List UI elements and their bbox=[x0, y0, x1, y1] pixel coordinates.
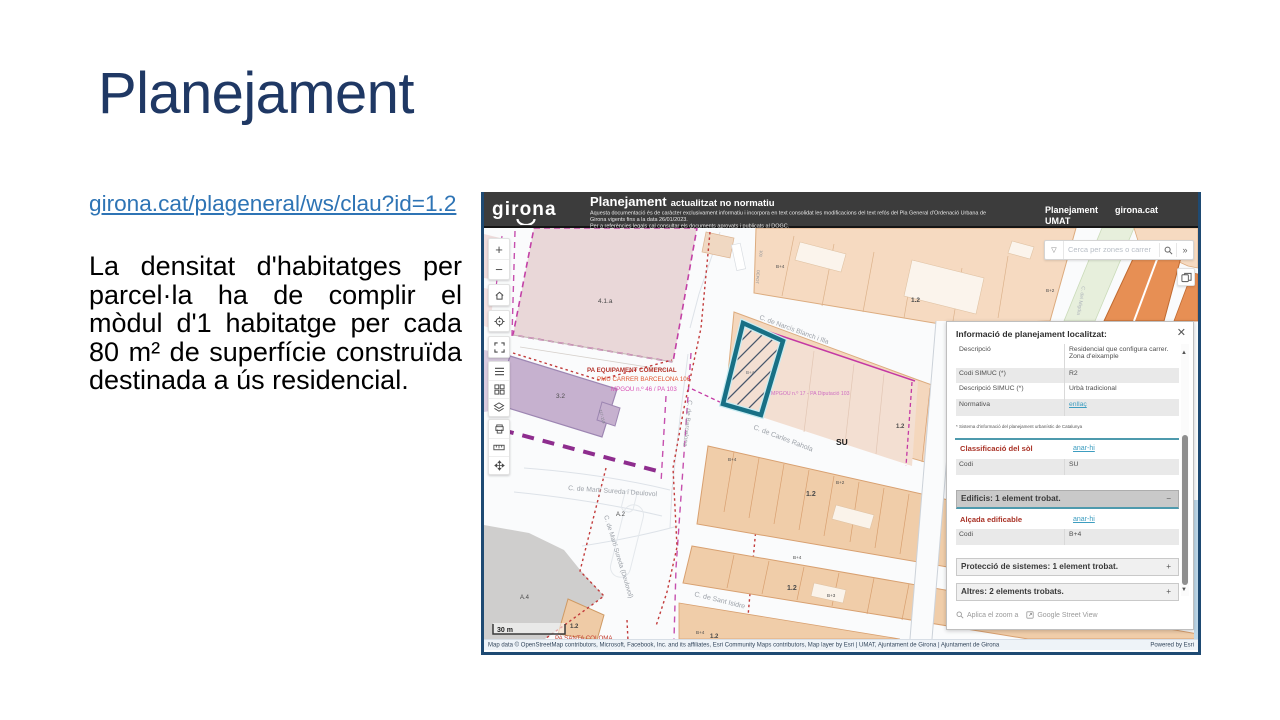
svg-text:B+4: B+4 bbox=[696, 630, 705, 635]
svg-text:B+2: B+2 bbox=[836, 480, 845, 485]
svg-text:A.4: A.4 bbox=[520, 595, 530, 601]
svg-text:MPGOU n.º 17 - PA Diputació 10: MPGOU n.º 17 - PA Diputació 103 bbox=[771, 391, 850, 397]
svg-text:30 m: 30 m bbox=[497, 627, 513, 634]
svg-text:1.2: 1.2 bbox=[911, 297, 920, 304]
svg-text:B+4: B+4 bbox=[728, 457, 737, 462]
svg-text:B+4: B+4 bbox=[793, 555, 802, 560]
svg-text:PMU CARRER BARCELONA 106: PMU CARRER BARCELONA 106 bbox=[597, 376, 691, 383]
svg-text:MPGOU n.º 46 / PA 103: MPGOU n.º 46 / PA 103 bbox=[611, 386, 677, 393]
svg-text:1.2: 1.2 bbox=[806, 491, 816, 498]
svg-text:B+4: B+4 bbox=[746, 370, 755, 375]
svg-text:B+2: B+2 bbox=[1046, 288, 1055, 293]
svg-text:1.2: 1.2 bbox=[787, 585, 797, 592]
svg-text:B+4: B+4 bbox=[776, 264, 785, 269]
svg-text:4.1.a: 4.1.a bbox=[598, 298, 613, 305]
svg-text:SU: SU bbox=[836, 437, 848, 447]
svg-text:3.2: 3.2 bbox=[556, 393, 565, 400]
svg-text:B+3: B+3 bbox=[827, 593, 836, 598]
svg-text:PA EQUIPAMENT COMERCIAL: PA EQUIPAMENT COMERCIAL bbox=[587, 367, 677, 374]
svg-text:A.2: A.2 bbox=[616, 512, 626, 518]
svg-text:1.2: 1.2 bbox=[896, 424, 905, 430]
svg-text:1.2: 1.2 bbox=[570, 624, 579, 630]
